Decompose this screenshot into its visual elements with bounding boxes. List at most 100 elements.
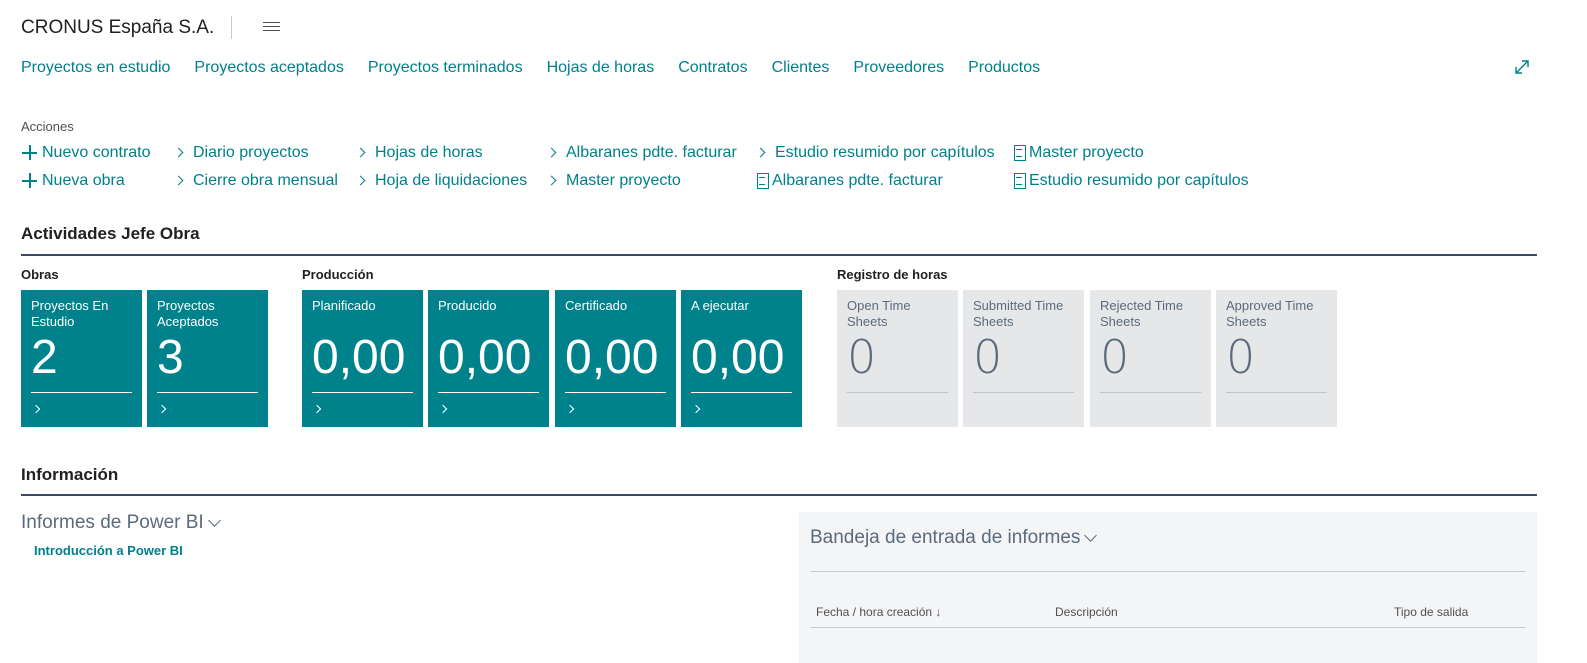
chevron-down-icon [1084,529,1098,542]
cue-tile-value: 2 [31,331,58,384]
cue-tile-planificado[interactable]: Planificado 0,00 [302,290,423,427]
cue-tile-value: 0 [1100,330,1130,384]
cierre-obra-mensual-label: Cierre obra mensual [193,172,338,189]
column-header-tipo-salida[interactable]: Tipo de salida [1394,605,1468,619]
estudio-resumido-report-label: Estudio resumido por capítulos [1029,172,1249,189]
cue-tile-title: Proyectos En Estudio [31,298,109,329]
cue-tile-value: 0 [1226,330,1256,384]
powerbi-reports-title: Informes de Power BI [21,512,204,533]
cue-tile-divider [847,392,948,393]
hojas-de-horas-label: Hojas de horas [375,144,483,161]
actions-label: Acciones [21,119,74,134]
chevron-right-icon [172,144,190,162]
plus-icon [21,172,39,190]
report-inbox-header[interactable]: Bandeja de entrada de informes [810,527,1098,549]
cue-tile-title: Submitted Time Sheets [973,298,1064,329]
nav-proyectos-en-estudio[interactable]: Proyectos en estudio [21,59,170,77]
nav-clientes[interactable]: Clientes [772,59,830,77]
master-proyecto-label: Master proyecto [566,172,681,189]
cue-tile-title: Planificado [312,298,376,313]
cue-tile-divider [691,392,792,393]
activities-section-title: Actividades Jefe Obra [21,224,200,243]
cue-tile-certificado[interactable]: Certificado 0,00 [555,290,676,427]
albaranes-report-label: Albaranes pdte. facturar [772,172,943,189]
nueva-obra-label: Nueva obra [42,172,125,189]
report-icon [1012,144,1026,162]
cue-tile-title: A ejecutar [691,298,749,313]
expand-icon[interactable] [1513,58,1531,76]
chevron-down-icon [207,514,221,527]
report-icon [1012,172,1026,190]
master-proyecto-action[interactable]: Master proyecto [545,172,681,190]
company-name: CRONUS España S.A. [21,17,215,38]
cue-tile-divider [1100,392,1201,393]
cue-tile-submitted-time-sheets[interactable]: Submitted Time Sheets 0 [963,290,1084,427]
cue-tile-a-ejecutar[interactable]: A ejecutar 0,00 [681,290,802,427]
cue-tile-value: 0,00 [691,331,785,384]
cue-tile-value: 3 [157,331,184,384]
cue-tile-approved-time-sheets[interactable]: Approved Time Sheets 0 [1216,290,1337,427]
nav-proveedores[interactable]: Proveedores [853,59,944,77]
master-proyecto-report-label: Master proyecto [1029,144,1144,161]
header-divider [231,16,232,39]
column-header-fecha[interactable]: Fecha / hora creación ↓ [816,605,941,619]
cue-tile-divider [157,392,258,393]
chevron-right-icon [754,144,772,162]
albaranes-pdte-facturar-label: Albaranes pdte. facturar [566,144,737,161]
cue-tile-divider [565,392,666,393]
nav-contratos[interactable]: Contratos [678,59,747,77]
info-divider [21,494,1537,496]
chevron-right-icon [172,172,190,190]
chevron-right-icon [565,404,575,414]
cue-tile-value: 0,00 [565,331,659,384]
navigation-bar: Proyectos en estudio Proyectos aceptados… [21,59,1064,77]
powerbi-intro-link[interactable]: Introducción a Power BI [34,543,183,558]
registro-group-label: Registro de horas [837,267,948,282]
master-proyecto-report-action[interactable]: Master proyecto [1012,144,1144,162]
info-section-title: Información [21,465,119,484]
cue-tile-title: Producido [438,298,497,313]
cue-tile-divider [312,392,413,393]
cue-tile-open-time-sheets[interactable]: Open Time Sheets 0 [837,290,958,427]
hojas-de-horas-action[interactable]: Hojas de horas [354,144,483,162]
cue-tile-value: 0 [973,330,1003,384]
chevron-right-icon [312,404,322,414]
nav-hojas-de-horas[interactable]: Hojas de horas [547,59,655,77]
albaranes-pdte-facturar-action[interactable]: Albaranes pdte. facturar [545,144,737,162]
table-header-divider [810,627,1526,628]
produccion-group-label: Producción [302,267,374,282]
estudio-resumido-action[interactable]: Estudio resumido por capítulos [754,144,995,162]
cue-tile-divider [973,392,1074,393]
cue-tile-title: Certificado [565,298,628,313]
hamburger-menu-icon[interactable] [263,22,280,33]
nav-proyectos-terminados[interactable]: Proyectos terminados [368,59,523,77]
cue-tile-rejected-time-sheets[interactable]: Rejected Time Sheets 0 [1090,290,1211,427]
cue-tile-title: Open Time Sheets [847,298,911,329]
chevron-right-icon [545,144,563,162]
cue-tile-producido[interactable]: Producido 0,00 [428,290,549,427]
estudio-resumido-report-action[interactable]: Estudio resumido por capítulos [1012,172,1249,190]
cue-tile-divider [1226,392,1327,393]
report-icon [755,172,769,190]
albaranes-report-action[interactable]: Albaranes pdte. facturar [755,172,943,190]
report-inbox-title: Bandeja de entrada de informes [810,527,1081,548]
hoja-de-liquidaciones-action[interactable]: Hoja de liquidaciones [354,172,527,190]
chevron-right-icon [438,404,448,414]
cue-tile-title: Rejected Time Sheets [1100,298,1184,329]
powerbi-reports-header[interactable]: Informes de Power BI [21,512,221,534]
nav-productos[interactable]: Productos [968,59,1040,77]
nueva-obra-action[interactable]: Nueva obra [21,172,125,190]
cue-tile-proyectos-en-estudio[interactable]: Proyectos En Estudio 2 [21,290,142,427]
cue-tile-title: Approved Time Sheets [1226,298,1314,329]
nav-proyectos-aceptados[interactable]: Proyectos aceptados [194,59,343,77]
cue-tile-divider [31,392,132,393]
nuevo-contrato-label: Nuevo contrato [42,144,151,161]
diario-proyectos-action[interactable]: Diario proyectos [172,144,309,162]
cue-tile-proyectos-aceptados[interactable]: Proyectos Aceptados 3 [147,290,268,427]
chevron-right-icon [354,172,372,190]
cierre-obra-mensual-action[interactable]: Cierre obra mensual [172,172,338,190]
column-header-descripcion[interactable]: Descripción [1055,605,1118,619]
hoja-de-liquidaciones-label: Hoja de liquidaciones [375,172,528,189]
nuevo-contrato-action[interactable]: Nuevo contrato [21,144,151,162]
cue-tile-value: 0,00 [312,331,406,384]
